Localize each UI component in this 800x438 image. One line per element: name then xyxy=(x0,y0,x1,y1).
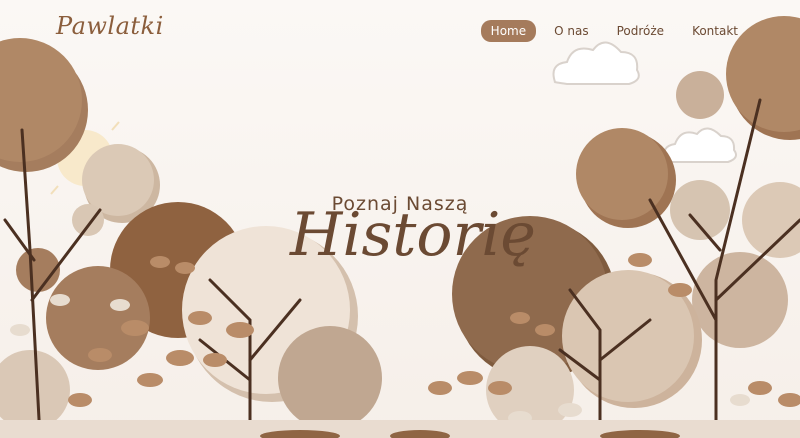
brand-logo[interactable]: Pawlatki xyxy=(56,12,164,40)
nav-item-kontakt[interactable]: Kontakt xyxy=(682,20,748,42)
main-nav: Home O nas Podróże Kontakt xyxy=(480,20,748,42)
cloud-icon xyxy=(663,127,737,163)
nav-item-o-nas[interactable]: O nas xyxy=(544,20,598,42)
cloud-icon xyxy=(552,41,640,85)
hero-title: Historię xyxy=(290,200,536,270)
nav-item-podroze[interactable]: Podróże xyxy=(607,20,674,42)
nav-item-home[interactable]: Home xyxy=(480,20,537,42)
